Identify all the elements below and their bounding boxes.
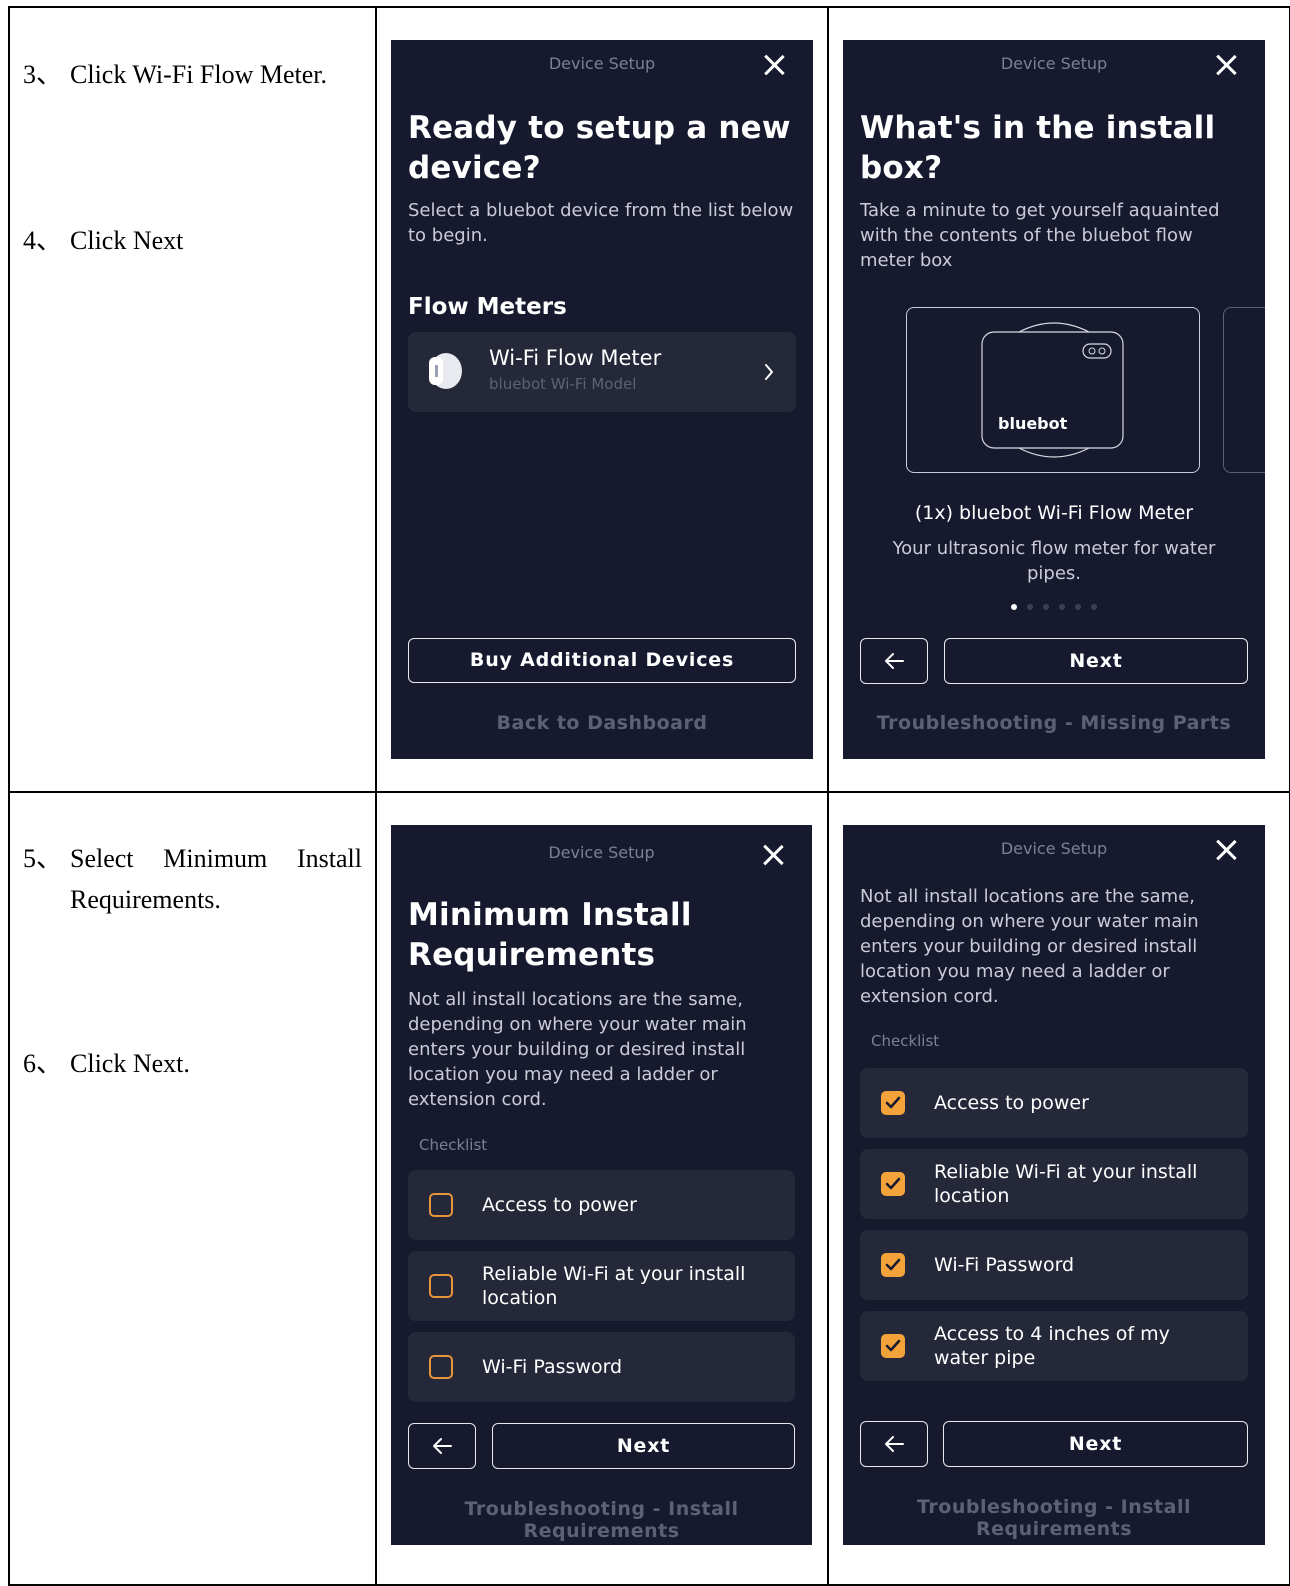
checklist-item-pipe-access[interactable]: Access to 4 inches of my water pipe xyxy=(860,1311,1248,1382)
pagination-dot-active[interactable] xyxy=(1011,604,1017,610)
carousel-pagination xyxy=(843,595,1265,614)
next-button[interactable]: Next xyxy=(944,638,1248,684)
checkbox-unchecked[interactable] xyxy=(429,1274,453,1299)
step-3: 3、 Click Wi-Fi Flow Meter. xyxy=(23,60,328,89)
checkbox-unchecked[interactable] xyxy=(429,1193,453,1218)
brand-label: bluebot xyxy=(998,414,1068,433)
device-setup-screen-select: Device Setup Ready to setup a new device… xyxy=(391,40,813,759)
arrow-left-icon xyxy=(885,653,904,669)
checkbox-checked[interactable] xyxy=(881,1172,905,1197)
device-name: Wi-Fi Flow Meter xyxy=(489,346,662,370)
page-subtitle: Not all install locations are the same, … xyxy=(860,886,1199,1008)
screenshot-cell-2: Device Setup What's in the install box? … xyxy=(827,5,1290,794)
chevron-right-icon xyxy=(765,364,773,380)
device-setup-screen-install-box: Device Setup What's in the install box? … xyxy=(843,40,1265,759)
back-button[interactable] xyxy=(860,638,928,684)
troubleshooting-install-requirements-link[interactable]: Troubleshooting - Install Requirements xyxy=(391,1498,812,1542)
troubleshooting-install-requirements-link[interactable]: Troubleshooting - Install Requirements xyxy=(843,1496,1265,1540)
next-button[interactable]: Next xyxy=(943,1421,1248,1468)
screenshot-cell-3: Device Setup Minimum Install Requirement… xyxy=(375,791,829,1586)
checklist-label: Checklist xyxy=(871,1032,940,1051)
screen-title: Device Setup xyxy=(1000,54,1108,73)
device-setup-screen-requirements-checked: Device Setup Not all install locations a… xyxy=(843,825,1265,1546)
page-heading: What's in the install box? xyxy=(860,110,1216,186)
checklist-item-wifi[interactable]: Reliable Wi-Fi at your install location xyxy=(860,1149,1248,1220)
page-subtitle: Select a bluebot device from the list be… xyxy=(408,200,794,246)
screen-title: Device Setup xyxy=(1000,839,1108,859)
page-heading: Minimum Install Requirements xyxy=(408,897,692,974)
pagination-dot[interactable] xyxy=(1091,604,1097,610)
close-icon[interactable] xyxy=(763,54,785,76)
buy-additional-devices-button[interactable]: Buy Additional Devices xyxy=(408,638,796,683)
flow-meter-illustration xyxy=(981,322,1124,458)
flow-meter-device-icon xyxy=(429,353,462,389)
checklist-item-wifi-password[interactable]: Wi-Fi Password xyxy=(860,1230,1248,1301)
page-subtitle: Not all install locations are the same, … xyxy=(408,989,747,1111)
carousel-card-next-peek[interactable] xyxy=(1223,307,1265,473)
check-icon xyxy=(885,1097,901,1109)
screenshot-cell-1: Device Setup Ready to setup a new device… xyxy=(375,5,829,794)
device-setup-screen-requirements: Device Setup Minimum Install Requirement… xyxy=(391,825,812,1546)
pagination-dot[interactable] xyxy=(1027,604,1033,610)
close-icon[interactable] xyxy=(1215,54,1237,76)
troubleshooting-missing-parts-link[interactable]: Troubleshooting - Missing Parts xyxy=(843,712,1265,734)
checkbox-unchecked[interactable] xyxy=(429,1355,453,1380)
page-heading: Ready to setup a new device? xyxy=(408,110,791,186)
pagination-dot[interactable] xyxy=(1059,604,1065,610)
check-icon xyxy=(885,1178,901,1190)
instructions-cell-top: 3、 Click Wi-Fi Flow Meter. 4、 Click Next xyxy=(8,5,377,794)
device-model: bluebot Wi-Fi Model xyxy=(489,375,637,393)
close-icon[interactable] xyxy=(1215,839,1237,861)
check-icon xyxy=(885,1259,901,1271)
item-title: (1x) bluebot Wi-Fi Flow Meter xyxy=(914,502,1194,524)
screen-title: Device Setup xyxy=(548,843,655,863)
checkbox-checked[interactable] xyxy=(881,1253,905,1278)
carousel-card-flow-meter[interactable]: bluebot xyxy=(906,307,1200,473)
page-subtitle: Take a minute to get yourself aquainted … xyxy=(860,200,1220,271)
step-6: 6、 Click Next. xyxy=(23,1049,190,1079)
arrow-left-icon xyxy=(433,1438,452,1455)
back-button[interactable] xyxy=(408,1423,476,1470)
checkbox-checked[interactable] xyxy=(881,1334,905,1359)
pagination-dot[interactable] xyxy=(1043,604,1049,610)
checklist-item-wifi[interactable]: Reliable Wi-Fi at your install location xyxy=(408,1251,795,1322)
checklist-item-wifi-password[interactable]: Wi-Fi Password xyxy=(408,1332,795,1403)
arrow-left-icon xyxy=(885,1436,904,1453)
step-4: 4、 Click Next xyxy=(23,226,184,255)
checklist-label: Checklist xyxy=(419,1136,488,1155)
close-icon[interactable] xyxy=(762,844,784,866)
check-icon xyxy=(885,1340,901,1352)
checklist-item-power[interactable]: Access to power xyxy=(408,1170,795,1241)
instruction-table: 3、 Click Wi-Fi Flow Meter. 4、 Click Next D… xyxy=(8,5,1290,1586)
device-list-item-wifi-flow-meter[interactable]: Wi-Fi Flow Meter bluebot Wi-Fi Model xyxy=(408,332,796,412)
back-button[interactable] xyxy=(860,1421,928,1468)
back-to-dashboard-link[interactable]: Back to Dashboard xyxy=(391,712,813,734)
checkbox-checked[interactable] xyxy=(881,1091,905,1116)
screenshot-cell-4: Device Setup Not all install locations a… xyxy=(827,791,1290,1586)
item-description: Your ultrasonic flow meter for water pip… xyxy=(892,538,1216,584)
instructions-cell-bottom: 5、 Select Minimum Install Requirements. 6… xyxy=(8,791,377,1586)
section-title-flow-meters: Flow Meters xyxy=(408,294,567,320)
screen-title: Device Setup xyxy=(548,54,656,73)
pagination-dot[interactable] xyxy=(1075,604,1081,610)
step-5: 5、 Select Minimum Install Requirements. xyxy=(23,844,362,915)
checklist-item-power[interactable]: Access to power xyxy=(860,1068,1248,1139)
next-button[interactable]: Next xyxy=(492,1423,795,1470)
